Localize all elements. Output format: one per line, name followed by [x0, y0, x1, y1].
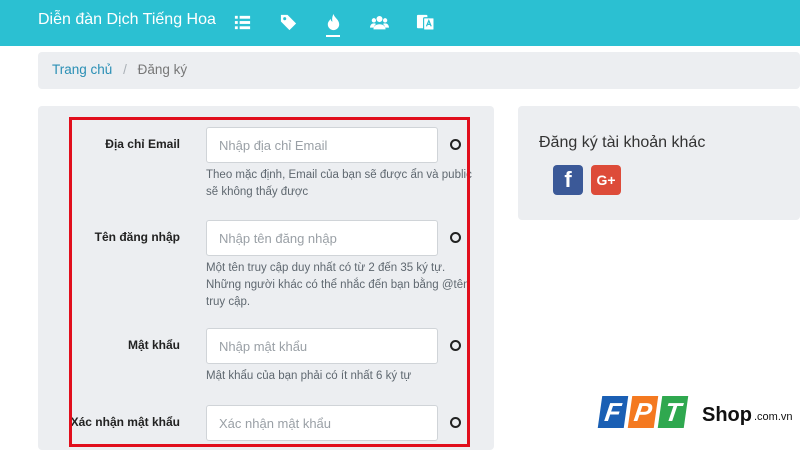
fpt-letter-p: P	[627, 396, 659, 428]
users-icon[interactable]	[368, 11, 390, 33]
site-title[interactable]: Diễn đàn Dịch Tiếng Hoa	[38, 11, 216, 29]
logo-shop-text: Shop	[702, 404, 752, 426]
breadcrumb-separator: /	[123, 62, 127, 77]
top-navbar: Diễn đàn Dịch Tiếng Hoa	[0, 0, 800, 46]
facebook-signup-button[interactable]: f	[553, 165, 583, 195]
breadcrumb-home-link[interactable]: Trang chủ	[52, 62, 112, 77]
google-plus-icon: G+	[596, 172, 616, 188]
fpt-letter-f: F	[597, 396, 629, 428]
facebook-icon: f	[564, 167, 572, 192]
google-plus-signup-button[interactable]: G+	[591, 165, 621, 195]
translate-icon[interactable]	[414, 11, 436, 33]
fire-icon[interactable]	[322, 11, 344, 37]
alt-signup-panel: Đăng ký tài khoản khác	[518, 106, 800, 220]
breadcrumb: Trang chủ / Đăng ký	[38, 52, 800, 89]
logo-domain-text: .com.vn	[754, 411, 793, 423]
breadcrumb-current: Đăng ký	[137, 62, 188, 77]
alt-signup-title: Đăng ký tài khoản khác	[539, 134, 706, 151]
fptshop-watermark: F P T Shop .com.vn	[597, 388, 798, 440]
list-icon[interactable]	[231, 11, 253, 33]
highlight-frame	[69, 117, 470, 447]
tags-icon[interactable]	[277, 11, 299, 33]
fpt-letter-t: T	[657, 396, 689, 428]
